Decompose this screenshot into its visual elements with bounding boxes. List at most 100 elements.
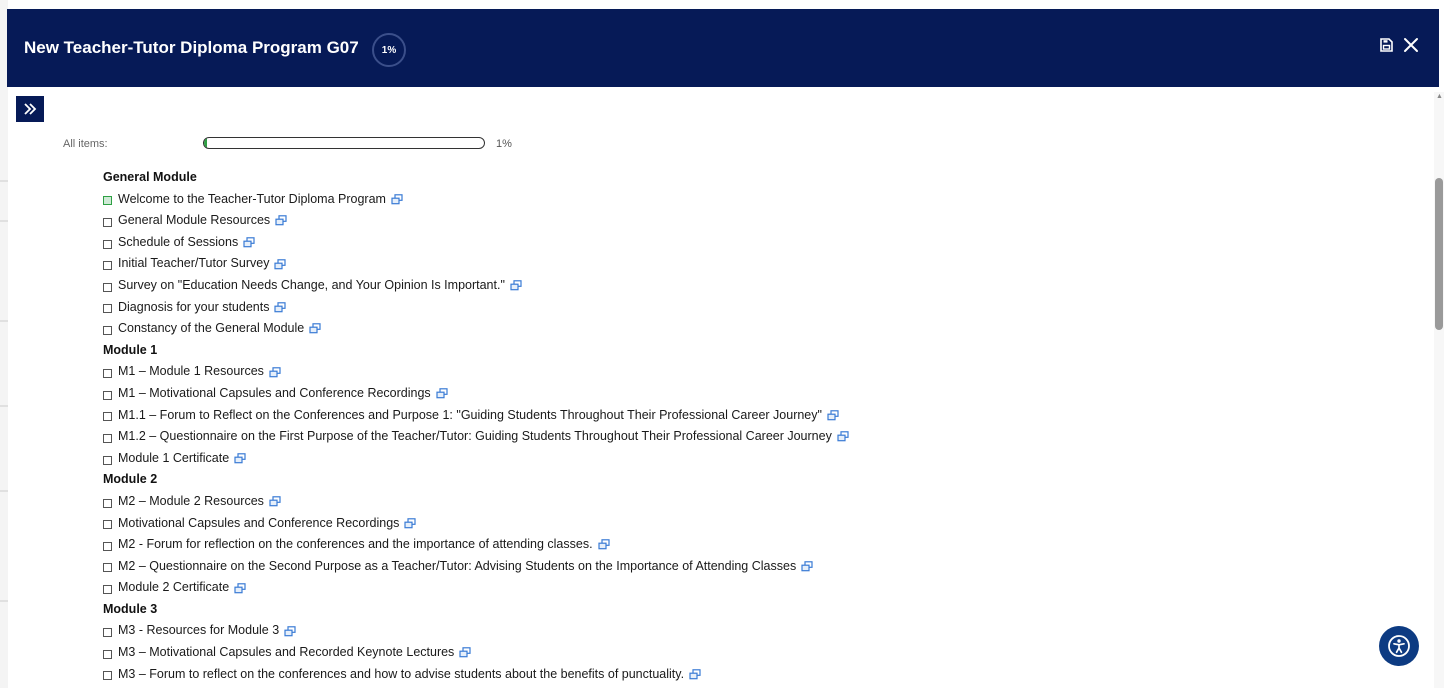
incomplete-checkbox-icon — [103, 455, 112, 465]
section-heading-label: Module 2 — [103, 472, 158, 487]
open-in-new-window-icon[interactable] — [234, 453, 246, 464]
course-item-list: General Module Welcome to the Teacher-Tut… — [103, 167, 849, 685]
incomplete-checkbox-icon — [103, 217, 112, 227]
open-in-new-window-icon[interactable] — [269, 496, 281, 507]
progress-badge-value: 1% — [381, 44, 397, 56]
open-in-new-window-icon[interactable] — [827, 410, 839, 421]
section-heading-label: Module 1 — [103, 342, 158, 357]
open-in-new-window-icon[interactable] — [391, 194, 403, 205]
open-in-new-window-icon[interactable] — [243, 237, 255, 248]
course-item: M1.1 – Forum to Reflect on the Conferenc… — [103, 405, 849, 427]
sidebar-toggle-button[interactable] — [16, 96, 44, 122]
course-item-link[interactable]: M3 - Resources for Module 3 — [118, 620, 279, 642]
module-section-heading: General Module — [103, 167, 849, 189]
course-item: M2 – Questionnaire on the Second Purpose… — [103, 556, 849, 578]
course-item-link[interactable]: Module 2 Certificate — [118, 577, 229, 599]
course-item-link[interactable]: M1 – Module 1 Resources — [118, 361, 264, 383]
scrollbar-thumb[interactable] — [1435, 178, 1443, 330]
course-item: Constancy of the General Module — [103, 318, 849, 340]
save-file-icon[interactable] — [1380, 38, 1393, 52]
incomplete-checkbox-icon — [103, 325, 112, 335]
course-item: Welcome to the Teacher-Tutor Diploma Pro… — [103, 189, 849, 211]
course-item-link[interactable]: Motivational Capsules and Conference Rec… — [118, 513, 399, 535]
course-item-link[interactable]: Module 1 Certificate — [118, 448, 229, 470]
open-in-new-window-icon[interactable] — [284, 625, 296, 637]
open-in-new-window-icon[interactable] — [801, 561, 813, 572]
course-item-link[interactable]: Welcome to the Teacher-Tutor Diploma Pro… — [118, 189, 386, 211]
course-item: General Module Resources — [103, 210, 849, 232]
section-heading-label: Module 3 — [103, 601, 158, 616]
left-edge-strip — [0, 0, 8, 688]
open-in-new-window-icon[interactable] — [234, 582, 246, 594]
open-in-new-window-icon[interactable] — [837, 431, 849, 442]
course-item: Schedule of Sessions — [103, 232, 849, 254]
incomplete-checkbox-icon — [103, 585, 112, 595]
course-item-link[interactable]: M1.2 – Questionnaire on the First Purpos… — [118, 426, 832, 448]
course-item: M2 - Forum for reflection on the confere… — [103, 534, 849, 556]
course-item-link[interactable]: M1.1 – Forum to Reflect on the Conferenc… — [118, 405, 822, 427]
course-item-link[interactable]: Initial Teacher/Tutor Survey — [118, 253, 269, 275]
completed-checkbox-icon — [103, 196, 112, 206]
course-item: M3 – Forum to reflect on the conferences… — [103, 664, 849, 686]
scroll-up-arrow-icon[interactable]: ▲ — [1436, 93, 1443, 100]
incomplete-checkbox-icon — [103, 239, 112, 249]
incomplete-checkbox-icon — [103, 628, 112, 638]
incomplete-checkbox-icon — [103, 304, 112, 314]
open-in-new-window-icon[interactable] — [275, 215, 287, 226]
incomplete-checkbox-icon — [103, 369, 112, 379]
course-item-link[interactable]: Diagnosis for your students — [118, 297, 269, 319]
course-item: M1 – Motivational Capsules and Conferenc… — [103, 383, 849, 405]
open-in-new-window-icon[interactable] — [459, 647, 471, 658]
course-title: New Teacher-Tutor Diploma Program G07 — [24, 38, 359, 57]
course-item-link[interactable]: Constancy of the General Module — [118, 318, 304, 340]
accessibility-button[interactable] — [1377, 624, 1421, 668]
course-item-link[interactable]: M2 - Forum for reflection on the confere… — [118, 534, 593, 556]
progress-badge: 1% — [372, 33, 406, 67]
accessibility-icon — [1379, 626, 1419, 666]
course-item-link[interactable]: Schedule of Sessions — [118, 232, 238, 254]
open-in-new-window-icon[interactable] — [597, 539, 610, 550]
course-item: M3 - Resources for Module 3 — [103, 620, 849, 642]
close-icon[interactable] — [1403, 37, 1419, 53]
course-item: Module 2 Certificate — [103, 577, 849, 599]
incomplete-checkbox-icon — [103, 282, 112, 292]
header-actions — [1380, 37, 1419, 53]
all-items-label: All items: — [63, 138, 108, 150]
incomplete-checkbox-icon — [103, 671, 112, 681]
course-item-link[interactable]: M1 – Motivational Capsules and Conferenc… — [118, 383, 431, 405]
open-in-new-window-icon[interactable] — [404, 517, 417, 529]
open-in-new-window-icon[interactable] — [689, 669, 701, 680]
open-in-new-window-icon[interactable] — [436, 388, 448, 399]
course-item: M3 – Motivational Capsules and Recorded … — [103, 642, 849, 664]
open-in-new-window-icon[interactable] — [274, 258, 287, 270]
course-item: M1 – Module 1 Resources — [103, 361, 849, 383]
course-item-link[interactable]: M2 – Module 2 Resources — [118, 491, 264, 513]
double-chevron-right-icon — [23, 102, 37, 116]
incomplete-checkbox-icon — [103, 541, 112, 551]
course-item: M1.2 – Questionnaire on the First Purpos… — [103, 426, 849, 448]
course-item-link[interactable]: M2 – Questionnaire on the Second Purpose… — [118, 556, 796, 578]
module-section-heading: Module 3 — [103, 599, 849, 621]
incomplete-checkbox-icon — [103, 498, 112, 508]
course-item-link[interactable]: M3 – Forum to reflect on the conferences… — [118, 664, 684, 686]
overall-progress-bar — [203, 137, 485, 149]
course-item: Module 1 Certificate — [103, 448, 849, 470]
incomplete-checkbox-icon — [103, 261, 112, 271]
incomplete-checkbox-icon — [103, 390, 112, 400]
modal-header: New Teacher-Tutor Diploma Program G07 1% — [7, 9, 1439, 87]
course-item-link[interactable]: Survey on "Education Needs Change, and Y… — [118, 275, 505, 297]
incomplete-checkbox-icon — [103, 563, 112, 573]
open-in-new-window-icon[interactable] — [309, 323, 321, 334]
open-in-new-window-icon[interactable] — [274, 302, 287, 313]
course-item-link[interactable]: M3 – Motivational Capsules and Recorded … — [118, 642, 454, 664]
incomplete-checkbox-icon — [103, 412, 112, 422]
module-section-heading: Module 2 — [103, 469, 849, 491]
incomplete-checkbox-icon — [103, 649, 112, 659]
open-in-new-window-icon[interactable] — [269, 366, 281, 378]
open-in-new-window-icon[interactable] — [510, 280, 522, 291]
course-item-link[interactable]: General Module Resources — [118, 210, 270, 232]
course-item: M2 – Module 2 Resources — [103, 491, 849, 513]
overall-progress-fill — [204, 138, 207, 148]
section-heading-label: General Module — [103, 170, 197, 184]
course-item: Survey on "Education Needs Change, and Y… — [103, 275, 849, 297]
